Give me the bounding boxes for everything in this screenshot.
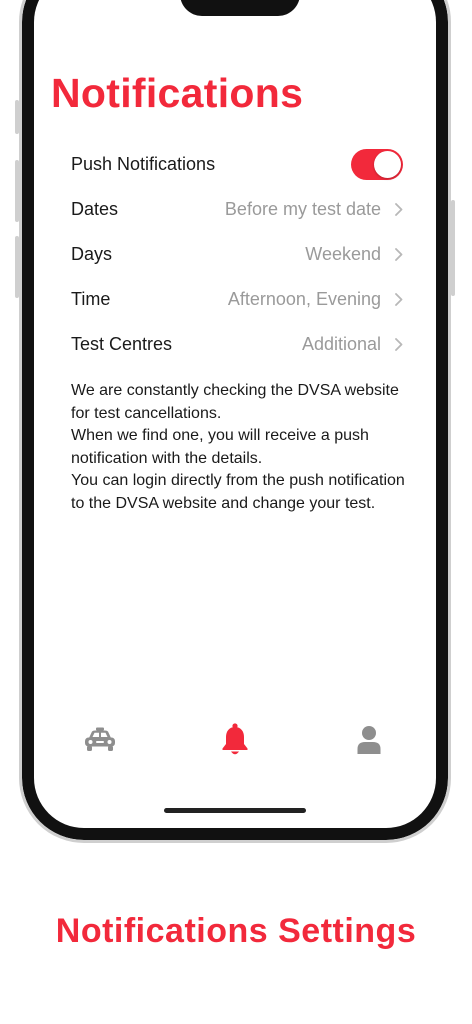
settings-row-test-centres[interactable]: Test Centres Additional — [71, 326, 403, 362]
description-paragraph: You can login directly from the push not… — [71, 472, 405, 512]
tab-bar — [34, 720, 436, 770]
push-notifications-toggle[interactable] — [351, 148, 403, 180]
settings-row-value: Additional — [301, 333, 381, 354]
settings-row-label: Days — [71, 243, 113, 264]
settings-row-value: Before my test date — [224, 198, 381, 219]
mute-switch — [15, 100, 19, 134]
description-paragraph: When we find one, you will receive a pus… — [71, 427, 369, 467]
settings-row-label: Dates — [71, 198, 119, 219]
power-button — [451, 200, 455, 296]
tab-notifications[interactable] — [215, 720, 255, 760]
settings-row-value: Weekend — [305, 243, 381, 264]
caption-text: Notifications Settings — [55, 912, 417, 950]
home-indicator — [164, 808, 306, 813]
settings-row-push-notifications: Push Notifications — [71, 146, 403, 182]
phone-frame: Notifications Push Notifications Dates B… — [15, 0, 455, 843]
notch — [180, 0, 300, 16]
tab-profile[interactable] — [349, 720, 389, 760]
volume-down-button — [15, 236, 19, 298]
settings-row-value: Afternoon, Evening — [227, 288, 381, 309]
settings-row-dates[interactable]: Dates Before my test date — [71, 191, 403, 227]
toggle-knob — [374, 150, 401, 178]
chevron-right-icon — [387, 202, 403, 216]
settings-row-label: Time — [71, 288, 111, 309]
settings-row-days[interactable]: Days Weekend — [71, 236, 403, 272]
chevron-right-icon — [387, 247, 403, 261]
description-paragraph: We are constantly checking the DVSA webs… — [71, 382, 399, 422]
person-icon — [357, 726, 381, 754]
chevron-right-icon — [387, 292, 403, 306]
chevron-right-icon — [387, 337, 403, 351]
settings-row-label: Push Notifications — [71, 153, 216, 174]
car-icon — [85, 727, 115, 751]
bell-icon — [222, 723, 248, 755]
settings-row-label: Test Centres — [71, 333, 173, 354]
settings-row-time[interactable]: Time Afternoon, Evening — [71, 281, 403, 317]
description-text: We are constantly checking the DVSA webs… — [71, 380, 411, 515]
volume-up-button — [15, 160, 19, 222]
phone-screen: Notifications Push Notifications Dates B… — [34, 0, 436, 828]
tab-car[interactable] — [80, 720, 120, 760]
page-title: Notifications — [51, 70, 304, 116]
